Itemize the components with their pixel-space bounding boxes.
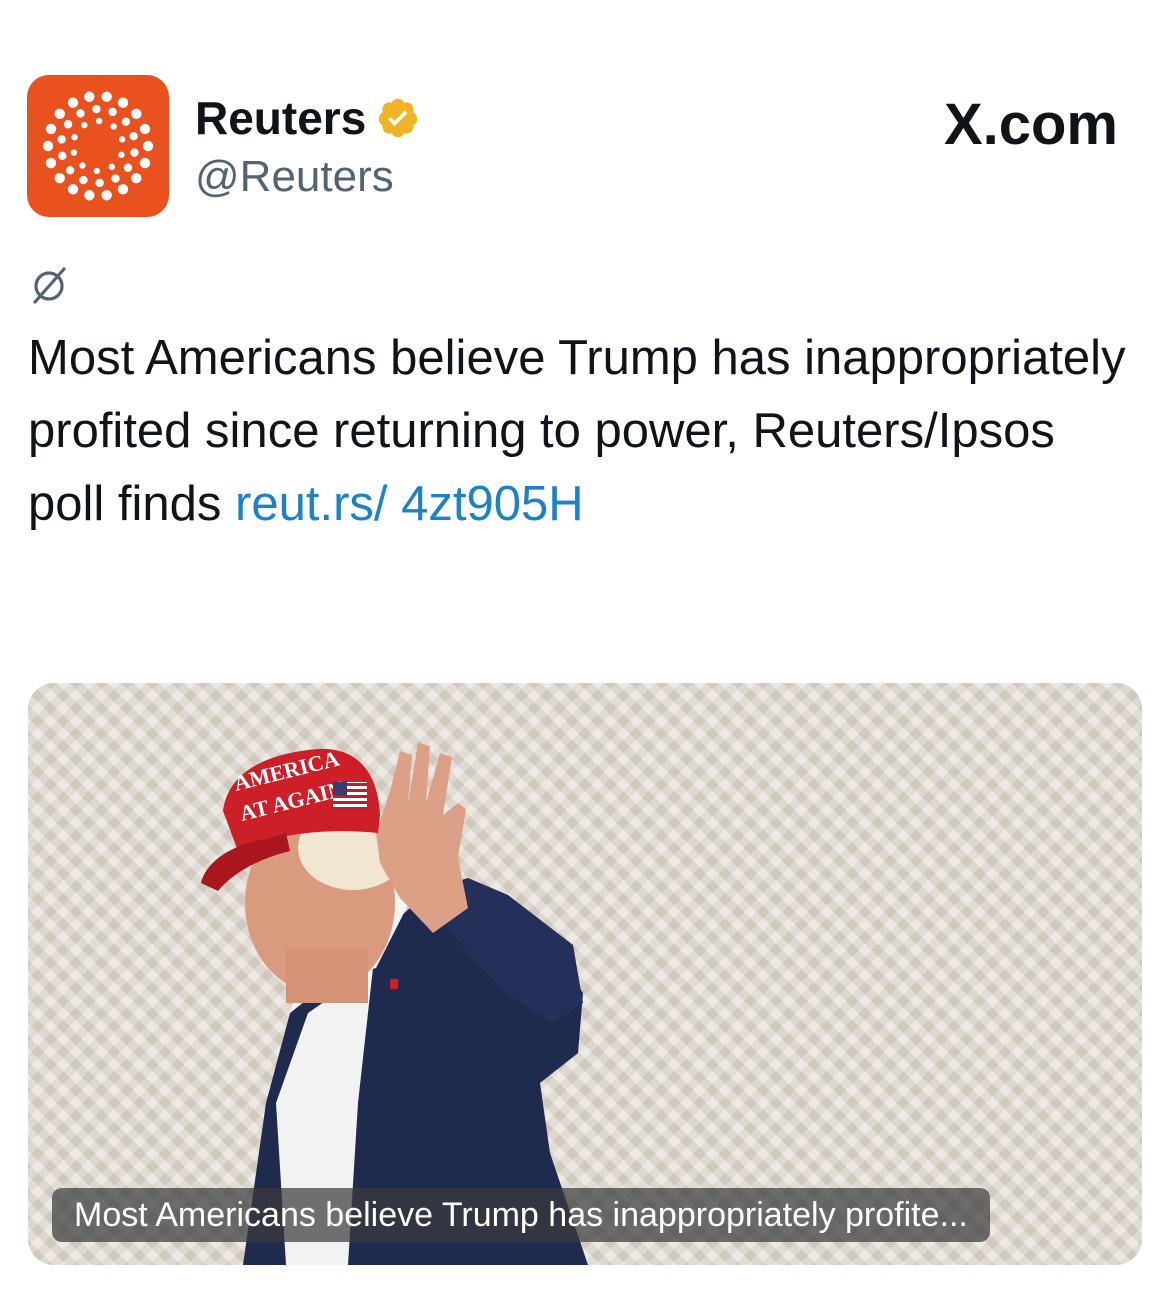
account-handle[interactable]: @Reuters — [195, 150, 394, 204]
logo-dot — [58, 151, 67, 161]
account-name[interactable]: Reuters — [195, 90, 366, 146]
logo-dot — [142, 140, 154, 152]
logo-dot — [95, 117, 103, 125]
logo-dot — [95, 178, 104, 188]
logo-dot — [130, 148, 139, 157]
logo-dot — [79, 162, 86, 169]
logo-dot — [76, 109, 85, 118]
logo-dot — [84, 190, 95, 201]
logo-dot — [81, 121, 88, 129]
logo-dot — [57, 135, 66, 144]
logo-dot — [71, 133, 78, 141]
logo-dot — [42, 140, 54, 152]
logo-dot — [110, 123, 117, 130]
logo-dot — [101, 190, 112, 201]
logo-dot — [108, 163, 115, 171]
reuters-logo-icon — [42, 91, 154, 201]
account-name-row: Reuters — [195, 90, 420, 146]
logo-dot — [54, 172, 65, 184]
logo-dot — [139, 123, 151, 135]
logo-dot — [70, 149, 78, 156]
logo-dot — [117, 97, 129, 108]
verified-badge-icon — [379, 98, 418, 138]
tweet-link[interactable]: reut.rs/ 4zt905H — [235, 477, 584, 531]
logo-dot — [93, 167, 101, 175]
translate-icon[interactable] — [27, 262, 71, 306]
logo-dot — [101, 91, 112, 102]
logo-dot — [118, 136, 126, 143]
lapel-pin — [390, 979, 398, 989]
x-com-brand: X.com — [943, 92, 1118, 157]
logo-dot — [111, 174, 120, 183]
logo-dot — [45, 157, 57, 169]
logo-dot — [45, 123, 57, 135]
logo-dot — [67, 97, 79, 108]
logo-dot — [131, 108, 142, 120]
logo-dot — [117, 184, 129, 195]
logo-dot — [63, 120, 73, 129]
logo-dot — [92, 104, 101, 114]
logo-dot — [108, 107, 117, 117]
reuters-avatar[interactable] — [27, 75, 169, 217]
logo-dot — [131, 172, 142, 184]
logo-dot — [84, 91, 95, 102]
logo-dot — [65, 166, 75, 175]
media-caption: Most Americans believe Trump has inappro… — [52, 1188, 990, 1242]
logo-dot — [118, 151, 125, 159]
tweet-media-image[interactable]: AMERICA AT AGAIN Most Americans believe … — [28, 683, 1142, 1265]
logo-dot — [79, 175, 88, 185]
logo-dot — [139, 157, 151, 169]
logo-dot — [121, 117, 131, 126]
logo-dot — [67, 184, 79, 195]
neck — [286, 948, 368, 1003]
tweet-text: Most Americans believe Trump has inappro… — [28, 322, 1138, 541]
trump-waving-photo: AMERICA AT AGAIN — [201, 743, 588, 1265]
logo-dot — [129, 131, 138, 141]
logo-dot — [54, 108, 65, 120]
logo-dot — [123, 163, 133, 172]
cap-flag-icon — [333, 782, 367, 810]
